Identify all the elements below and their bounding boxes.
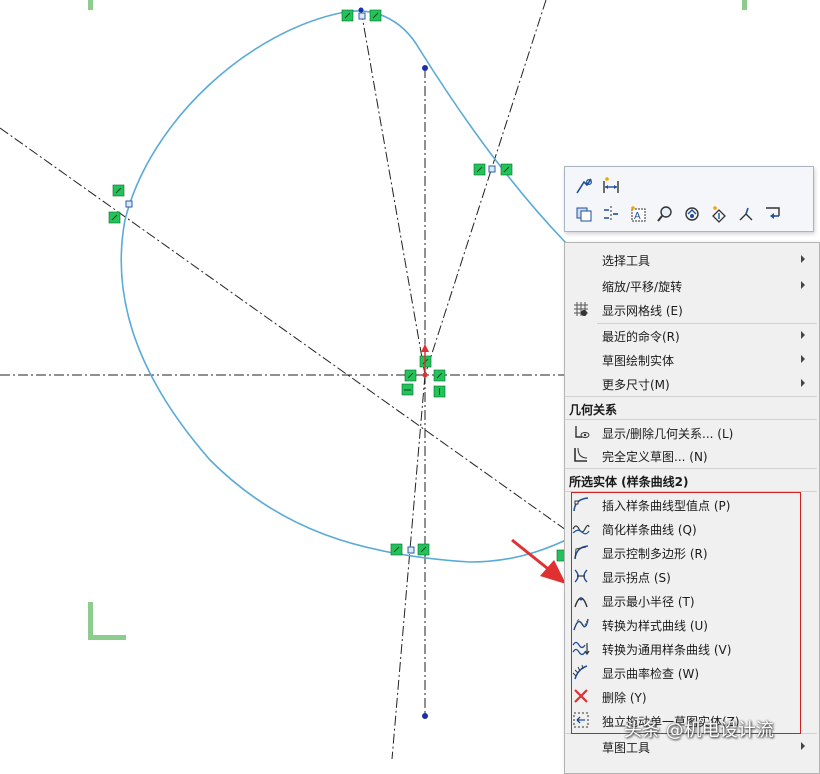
menu-item-show-relations[interactable]: 显示/删除几何关系... (L): [565, 420, 819, 444]
fully-define-icon: [574, 447, 588, 462]
submenu-arrow-icon: [801, 331, 805, 339]
menu-item-label: 显示/删除几何关系... (L): [602, 427, 734, 441]
text-icon: A: [631, 206, 646, 222]
menu-item-label: 显示控制多边形 (R): [602, 547, 708, 561]
context-toolbar: A: [564, 166, 814, 232]
menu-item-show-control-polygon[interactable]: 显示控制多边形 (R): [565, 540, 819, 564]
grid-icon: [574, 302, 588, 316]
context-menu: 选择工具 缩放/平移/旋转 显示网格线 (E) 最近的命令(R) 草图绘制实体 …: [564, 242, 820, 774]
menu-item-label: 更多尺寸(M): [602, 378, 670, 392]
sketch-points[interactable]: [358, 7, 429, 720]
menu-item-label: 转换为样式曲线 (U): [602, 619, 708, 633]
select-other-icon: [576, 207, 592, 222]
menu-section-relations: 几何关系: [565, 397, 819, 419]
mirror-icon: [604, 206, 618, 222]
show-relations-icon: [575, 426, 590, 438]
drag-entity-icon: [573, 712, 589, 728]
submenu-arrow-icon: [801, 255, 805, 263]
menu-section-selected-entity: 所选实体 (样条曲线2): [565, 469, 819, 491]
centerline-near-vertical[interactable]: [360, 9, 426, 376]
spline-curve[interactable]: [120, 10, 567, 563]
menu-item-zoom-pan-rotate[interactable]: 缩放/平移/旋转: [565, 273, 819, 297]
menu-item-sketch-entities[interactable]: 草图绘制实体: [565, 347, 819, 371]
exit-sketch-icon: [766, 207, 780, 219]
relation-marker-glyphs: [111, 12, 510, 553]
menu-item-label: 草图绘制实体: [602, 354, 675, 368]
style-spline-icon: [573, 618, 589, 631]
rotate-view-icon: [685, 207, 699, 221]
centerlines[interactable]: [0, 0, 567, 759]
menu-item-show-minimum-radius[interactable]: 显示最小半径 (T): [565, 588, 819, 612]
menu-item-label: 插入样条曲线型值点 (P): [602, 499, 731, 513]
exit-sketch-button[interactable]: [762, 203, 784, 225]
centerline-diagonal-left[interactable]: [0, 127, 567, 531]
zoom-to-selection-icon: [657, 206, 672, 222]
section-title: 所选实体 (样条曲线2): [569, 475, 689, 489]
select-other-button[interactable]: [573, 203, 595, 225]
menu-item-label: 显示拐点 (S): [602, 571, 671, 585]
menu-item-select-tools[interactable]: 选择工具: [565, 247, 819, 271]
menu-item-simplify-spline[interactable]: 简化样条曲线 (Q): [565, 516, 819, 540]
menu-item-show-grid[interactable]: 显示网格线 (E): [565, 297, 819, 321]
simplify-spline-icon: [572, 524, 590, 535]
submenu-arrow-icon: [801, 742, 805, 750]
menu-item-curvature-check[interactable]: 显示曲率检查 (W): [565, 660, 819, 684]
menu-item-label: 显示曲率检查 (W): [602, 667, 700, 681]
normal-to-button[interactable]: [708, 203, 730, 225]
submenu-arrow-icon: [801, 379, 805, 387]
menu-item-convert-style-spline[interactable]: 转换为样式曲线 (U): [565, 612, 819, 636]
rotate-view-button[interactable]: [681, 203, 703, 225]
smart-dimension-icon: [603, 177, 619, 193]
curvature-check-icon: [572, 664, 588, 680]
text-button[interactable]: A: [627, 203, 649, 225]
menu-item-show-inflection-points[interactable]: 显示拐点 (S): [565, 564, 819, 588]
normal-to-icon: [712, 206, 726, 223]
menu-item-label: 简化样条曲线 (Q): [602, 523, 697, 537]
mirror-button[interactable]: [600, 203, 622, 225]
menu-item-recent-commands[interactable]: 最近的命令(R): [565, 323, 819, 347]
sketch-relation-button[interactable]: [573, 175, 595, 197]
control-polygon-icon: [574, 545, 589, 560]
menu-item-label: 完全定义草图... (N): [602, 450, 708, 464]
centerline-steep[interactable]: [391, 374, 426, 759]
smart-dimension-button[interactable]: [600, 175, 622, 197]
menu-item-delete[interactable]: 删除 (Y): [565, 684, 819, 708]
menu-item-label: 缩放/平移/旋转: [602, 280, 683, 294]
sketch-face-button[interactable]: [735, 203, 757, 225]
zoom-to-selection-button[interactable]: [654, 203, 676, 225]
svg-text:A: A: [634, 211, 641, 222]
sketch-face-icon: [739, 207, 753, 221]
menu-item-more-dimensions[interactable]: 更多尺寸(M): [565, 371, 819, 395]
menu-item-label: 最近的命令(R): [602, 330, 680, 344]
menu-item-label: 显示最小半径 (T): [602, 595, 695, 609]
submenu-arrow-icon: [801, 281, 805, 289]
menu-item-label: 转换为通用样条曲线 (V): [602, 643, 732, 657]
minimum-radius-icon: [574, 597, 588, 608]
menu-item-label: 删除 (Y): [602, 691, 647, 705]
section-title: 几何关系: [569, 403, 618, 417]
menu-item-label: 显示网格线 (E): [602, 304, 683, 318]
centerline-diagonal-right[interactable]: [424, 0, 547, 376]
watermark: 头条 @机电设计流: [624, 720, 774, 741]
general-spline-icon: [572, 641, 590, 656]
menu-item-fully-define[interactable]: 完全定义草图... (N): [565, 443, 819, 467]
spline-point-handles[interactable]: [125, 12, 496, 554]
menu-item-label: 选择工具: [602, 254, 651, 268]
annotation-arrow: [511, 538, 566, 584]
menu-item-convert-general-spline[interactable]: 转换为通用样条曲线 (V): [565, 636, 819, 660]
delete-icon: [574, 689, 588, 703]
sketch-relation-icon: [576, 178, 593, 194]
submenu-arrow-icon: [801, 355, 805, 363]
insert-spline-point-icon: [573, 497, 589, 512]
relation-markers[interactable]: [108, 9, 567, 562]
inflection-points-icon: [574, 569, 588, 583]
menu-item-insert-spline-point[interactable]: 插入样条曲线型值点 (P): [565, 492, 819, 516]
